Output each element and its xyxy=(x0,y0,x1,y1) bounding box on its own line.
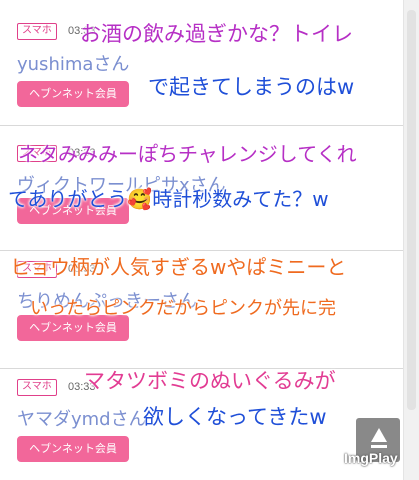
upload-bar-shape xyxy=(371,445,387,448)
user-name[interactable]: ヤマダymdさん xyxy=(17,405,147,431)
overlay-comment: マタツボミのぬいぐるみが xyxy=(84,369,336,393)
member-button[interactable]: ヘブンネット会員 xyxy=(17,81,129,107)
scrollbar[interactable] xyxy=(403,0,419,480)
overlay-comment: で起きてしまうのはw xyxy=(148,75,355,99)
watermark: ImgPlay xyxy=(344,450,398,466)
upload-arrow-shape xyxy=(371,428,387,442)
overlay-comment: ヒョウ柄が人気すぎるwやぱミニーと xyxy=(10,255,347,279)
overlay-comment: ネタみみみーぽちチャレンジしてくれ xyxy=(18,142,357,166)
overlay-comment: てありがとう🥰時計秒数みてた？w xyxy=(8,187,329,211)
list-item: スマホ 03:33 yushimaさん ヘブンネット会員 xyxy=(0,0,404,126)
overlay-comment: 欲しくなってきたw xyxy=(143,405,327,429)
device-badge: スマホ xyxy=(17,379,57,396)
overlay-comment: いったらピンクだからピンクが先に完 xyxy=(30,298,336,319)
overlay-comment: お酒の飲み過ぎかな？トイレ xyxy=(80,22,353,46)
device-badge: スマホ xyxy=(17,23,57,40)
user-name[interactable]: yushimaさん xyxy=(17,50,129,76)
member-button[interactable]: ヘブンネット会員 xyxy=(17,436,129,462)
scrollbar-thumb[interactable] xyxy=(407,10,416,410)
